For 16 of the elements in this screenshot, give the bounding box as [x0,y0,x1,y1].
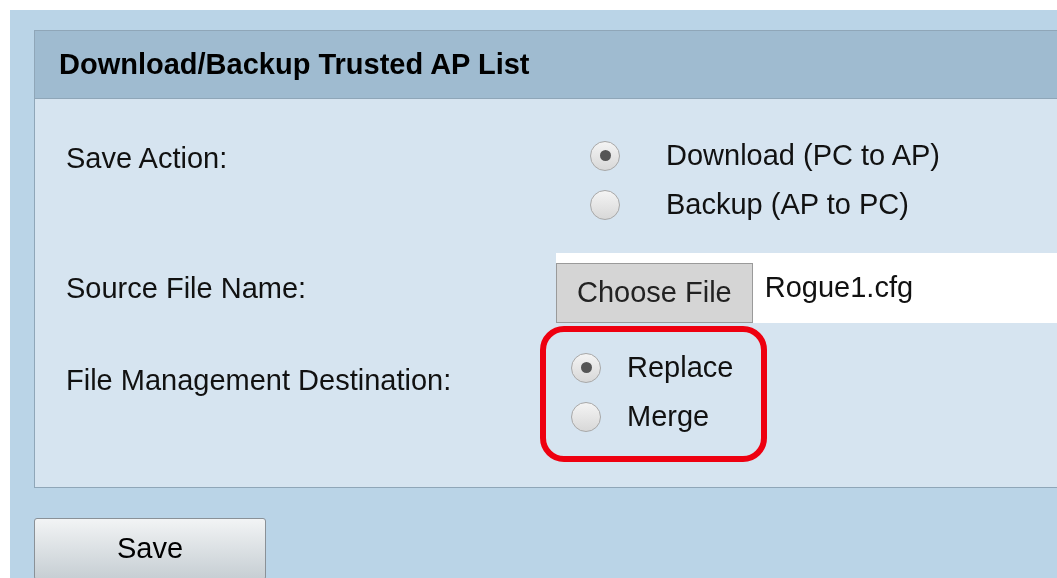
radio-button[interactable] [590,140,620,171]
save-button[interactable]: Save [34,518,266,578]
field-label: Source File Name: [65,271,308,306]
field-label: File Management Destination: [65,363,453,398]
radio-label: Replace [627,349,734,385]
file-name: Rogue1.cfg [764,270,914,306]
radio-label: Backup (AP to PC) [666,186,909,222]
field-label: Save Action: [65,141,229,176]
radio-button[interactable] [571,401,601,432]
choose-file-button[interactable]: Choose File [556,263,753,323]
radio-button[interactable] [590,189,620,220]
file-input[interactable]: Choose File Rogue1.cfg [556,253,1057,323]
radio-label: Download (PC to AP) [666,137,940,173]
radio-label: Merge [627,398,710,434]
panel-title: Download/Backup Trusted AP List [59,46,530,82]
radio-button[interactable] [571,352,601,383]
